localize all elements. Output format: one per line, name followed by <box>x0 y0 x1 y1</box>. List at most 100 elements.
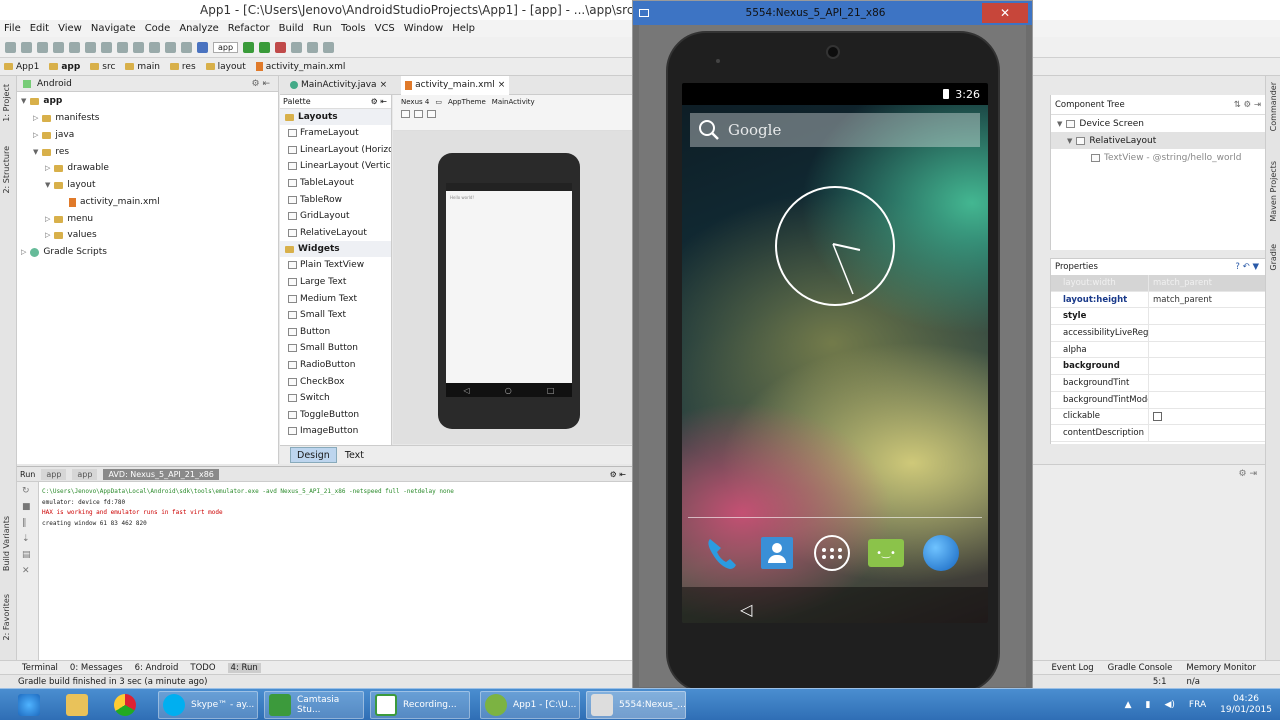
theme-select[interactable]: AppTheme <box>448 98 486 106</box>
project-tool-tab[interactable]: 1: Project <box>2 84 11 122</box>
property-value[interactable] <box>1149 342 1265 358</box>
menu-window[interactable]: Window <box>404 23 443 34</box>
debug-icon[interactable] <box>259 41 271 53</box>
run-tab-avd[interactable]: AVD: Nexus_5_API_21_x86 <box>103 468 219 480</box>
activity-select[interactable]: MainActivity <box>492 98 535 106</box>
palette-item[interactable]: LinearLayout (Vertical) <box>280 158 391 175</box>
breadcrumb-item[interactable]: App1 <box>4 62 39 72</box>
save-icon[interactable] <box>21 41 32 53</box>
palette-item[interactable]: CheckBox <box>280 373 391 390</box>
orientation-icon[interactable]: ▭ <box>435 98 442 106</box>
tab-text[interactable]: Text <box>339 447 370 463</box>
run-icon[interactable] <box>243 41 255 53</box>
build-variants-tool-tab[interactable]: Build Variants <box>2 516 11 571</box>
tree-item-layout[interactable]: ▼ layout <box>45 180 95 190</box>
breadcrumb-item[interactable]: main <box>125 62 160 72</box>
breadcrumb-item[interactable]: activity_main.xml <box>255 62 345 72</box>
sdk-manager-icon[interactable] <box>291 41 303 53</box>
rerun-icon[interactable]: ↻ <box>22 486 33 496</box>
language-indicator[interactable]: FRA <box>1189 700 1206 710</box>
event-log-button[interactable]: Event Log <box>1051 663 1093 673</box>
tree-item-app[interactable]: ▼ app <box>21 96 62 106</box>
redo-icon[interactable] <box>69 41 80 53</box>
menu-vcs[interactable]: VCS <box>375 23 395 34</box>
close-icon[interactable]: ✕ <box>982 3 1028 23</box>
caret-position[interactable]: 5:1 <box>1153 677 1167 687</box>
phone-app-icon[interactable] <box>700 531 744 575</box>
menu-refactor[interactable]: Refactor <box>228 23 270 34</box>
back-icon[interactable]: ◁ <box>740 600 752 619</box>
menu-build[interactable]: Build <box>279 23 304 34</box>
chrome-taskbar-icon[interactable] <box>110 691 146 719</box>
palette-item[interactable]: Plain TextView <box>280 257 391 274</box>
explorer-taskbar-icon[interactable] <box>62 691 98 719</box>
menu-run[interactable]: Run <box>313 23 332 34</box>
maven-tool-tab[interactable]: Maven Projects <box>1269 161 1278 222</box>
tray-arrow-icon[interactable]: ▲ <box>1125 700 1132 710</box>
design-canvas[interactable]: Hello world! ◁ ○ □ <box>393 131 632 444</box>
project-view-selector[interactable]: Android ⚙ ⇤ <box>17 76 278 92</box>
property-row[interactable]: clickable <box>1051 408 1265 426</box>
property-row[interactable]: alpha <box>1051 341 1265 359</box>
property-row[interactable]: style <box>1051 308 1265 326</box>
property-row[interactable]: background <box>1051 358 1265 376</box>
app-drawer-icon[interactable] <box>810 531 854 575</box>
property-value[interactable]: match_parent <box>1149 292 1265 308</box>
property-value[interactable] <box>1149 392 1265 408</box>
tree-item-res[interactable]: ▼ res <box>33 147 69 157</box>
menu-navigate[interactable]: Navigate <box>91 23 136 34</box>
ie-taskbar-icon[interactable] <box>14 691 50 719</box>
palette-item[interactable]: ToggleButton <box>280 407 391 424</box>
property-value[interactable] <box>1149 325 1265 341</box>
avd-manager-icon[interactable] <box>307 41 319 53</box>
back-icon[interactable] <box>165 41 176 53</box>
tree-node-relative-layout[interactable]: ▼ RelativeLayout <box>1051 132 1265 149</box>
android-tool-button[interactable]: 6: Android <box>135 663 179 673</box>
close-icon[interactable]: × <box>380 80 388 90</box>
palette-item[interactable]: Medium Text <box>280 290 391 307</box>
tab-activity-main[interactable]: activity_main.xml × <box>401 75 510 95</box>
settings-icon[interactable]: ⚙ ⇤ <box>371 97 387 106</box>
network-icon[interactable]: ▮ <box>1146 700 1151 710</box>
tree-item-java[interactable]: ▷ java <box>33 130 74 140</box>
run-tab-app[interactable]: app <box>41 468 67 480</box>
breadcrumb-item[interactable]: src <box>90 62 115 72</box>
palette-group-widgets[interactable]: Widgets <box>280 241 391 258</box>
messaging-app-icon[interactable]: •‿• <box>864 531 908 575</box>
palette-item[interactable]: TableLayout <box>280 175 391 192</box>
gradle-tool-tab[interactable]: Gradle <box>1269 244 1278 271</box>
property-value[interactable] <box>1149 375 1265 391</box>
stop-icon[interactable] <box>275 41 287 53</box>
terminal-tool-button[interactable]: Terminal <box>22 663 58 673</box>
palette-item[interactable]: Large Text <box>280 274 391 291</box>
tree-item-gradle-scripts[interactable]: ▷ Gradle Scripts <box>21 247 107 257</box>
panel-actions-icon[interactable]: ⇅ ⚙ ⇥ <box>1234 100 1261 110</box>
run-config-select[interactable]: app <box>213 41 239 53</box>
close-icon[interactable]: × <box>498 80 506 90</box>
settings-icon[interactable]: ⚙ ⇤ <box>610 470 626 479</box>
tray-clock[interactable]: 04:26 19/01/2015 <box>1220 694 1272 716</box>
property-row[interactable]: accessibilityLiveRegion <box>1051 325 1265 342</box>
property-value[interactable] <box>1149 308 1265 324</box>
todo-tool-button[interactable]: TODO <box>190 663 215 673</box>
panel-settings-icon[interactable]: ⚙ ⇤ <box>252 79 270 89</box>
device-select[interactable]: Nexus 4 <box>401 98 429 106</box>
menu-edit[interactable]: Edit <box>30 23 49 34</box>
structure-tool-tab[interactable]: 2: Structure <box>2 146 11 194</box>
copy-icon[interactable] <box>101 41 112 53</box>
pause-icon[interactable]: ‖ <box>22 518 33 528</box>
phone-screen[interactable]: 3:26 Google •‿• ◁ <box>682 83 988 623</box>
palette-item[interactable]: ImageButton <box>280 423 391 440</box>
settings-icon[interactable]: ⚙ ⇥ <box>1239 469 1257 479</box>
gradle-console-button[interactable]: Gradle Console <box>1108 663 1173 673</box>
favorites-tool-tab[interactable]: 2: Favorites <box>2 594 11 640</box>
run-console[interactable]: C:\Users\Jenovo\AppData\Local\Android\sd… <box>39 482 632 660</box>
encoding-indicator[interactable]: n/a <box>1187 677 1200 687</box>
property-row[interactable]: layout:width match_parent <box>1051 275 1265 292</box>
palette-item[interactable]: RelativeLayout <box>280 225 391 242</box>
palette-item[interactable]: RadioButton <box>280 357 391 374</box>
tree-item-values[interactable]: ▷ values <box>45 230 97 240</box>
menu-tools[interactable]: Tools <box>341 23 366 34</box>
taskbar-android-studio[interactable]: App1 - [C:\U... <box>480 691 580 719</box>
palette-group-layouts[interactable]: Layouts <box>280 109 391 125</box>
